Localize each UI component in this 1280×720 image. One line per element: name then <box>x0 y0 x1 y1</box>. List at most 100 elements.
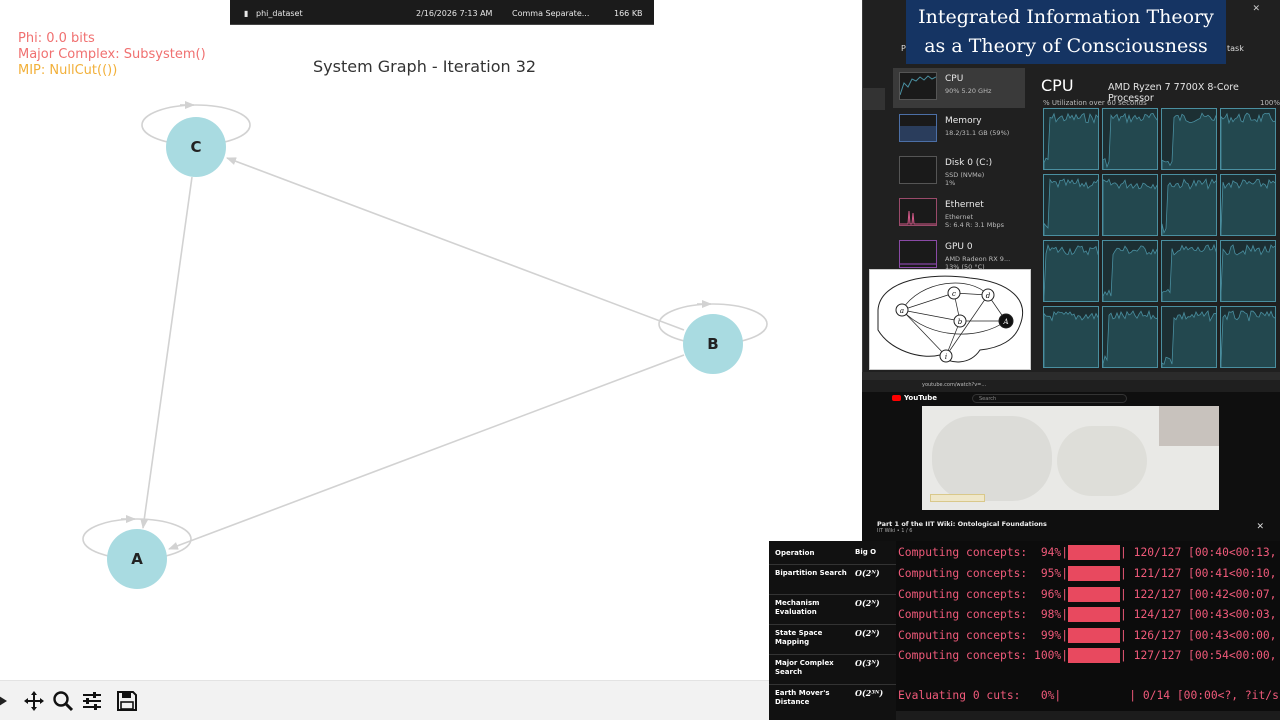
gpu-thumbnail <box>899 240 937 268</box>
youtube-video-player[interactable] <box>922 406 1219 510</box>
progress-line: Computing concepts: 99%| | 126/127 [00:43… <box>898 627 1277 643</box>
node-c-label: C <box>190 138 201 156</box>
cpu-core-graph <box>1043 306 1099 368</box>
youtube-search-input[interactable]: Search <box>972 394 1127 403</box>
plot-toolbar <box>0 680 862 720</box>
table-row: Major Complex Search O(3ᴺ) <box>769 655 896 685</box>
cpu-core-graph <box>1102 240 1158 302</box>
cpu-usage-area <box>1221 178 1275 235</box>
sidebar-item-sub: Ethernet S: 6.4 R: 3.1 Mbps <box>945 213 1005 229</box>
browser-tabs[interactable] <box>862 372 1280 380</box>
header-operation: Operation <box>775 549 815 557</box>
cpu-core-graph <box>1102 306 1158 368</box>
cpu-usage-area <box>1044 310 1098 367</box>
sidebar-item-memory[interactable]: Memory 18.2/31.1 GB (59%) <box>893 110 1025 150</box>
sidebar-item-disk[interactable]: Disk 0 (C:) SSD (NVMe) 1% <box>893 152 1025 192</box>
table-row: Bipartition Search O(2ᴺ) <box>769 565 896 595</box>
utilization-label: % Utilization over 60 seconds <box>1043 99 1147 107</box>
cpu-core-graph <box>1220 174 1276 236</box>
row-operation: State Space Mapping <box>775 629 823 646</box>
ethernet-thumbnail <box>899 198 937 226</box>
brain-label-d: d <box>986 292 991 300</box>
cpu-usage-area <box>1103 309 1157 367</box>
terminal-scrollbar[interactable] <box>896 711 1280 720</box>
sidebar-item-cpu[interactable]: CPU 90% 5.20 GHz <box>893 68 1025 108</box>
sidebar-item-label: GPU 0 <box>945 242 973 252</box>
cpu-core-graph <box>1102 174 1158 236</box>
cpu-core-graph <box>1102 108 1158 170</box>
sidebar-item-label: Ethernet <box>945 200 984 210</box>
address-bar[interactable]: youtube.com/watch?v=... <box>862 380 1280 392</box>
brain-label-i: i <box>945 353 947 361</box>
cpu-core-graph <box>1161 108 1217 170</box>
cpu-usage-area <box>1162 310 1216 367</box>
progress-bar <box>1068 647 1121 663</box>
cpu-usage-area <box>1162 112 1216 169</box>
configure-icon[interactable] <box>80 689 104 713</box>
row-operation: Mechanism Evaluation <box>775 599 820 616</box>
close-icon[interactable]: ✕ <box>1256 522 1264 532</box>
node-b-label: B <box>707 335 718 353</box>
sidebar-item-ethernet[interactable]: Ethernet Ethernet S: 6.4 R: 3.1 Mbps <box>893 194 1025 234</box>
terminal-output[interactable]: Computing concepts: 94%| | 120/127 [00:40… <box>896 541 1280 720</box>
plot-title: System Graph - Iteration 32 <box>313 57 537 76</box>
system-graph: C B A <box>82 101 768 589</box>
cpu-usage-area <box>1103 178 1157 235</box>
sidebar-item-label: Memory <box>945 116 982 126</box>
row-complexity: O(3ᴺ) <box>855 658 880 668</box>
phi-value: Phi: 0.0 bits <box>18 31 95 46</box>
cpu-usage-area <box>1162 178 1216 235</box>
brain-label-c: c <box>952 290 956 298</box>
row-complexity: O(2³ᴺ) <box>855 688 884 698</box>
row-operation: Earth Mover's Distance <box>775 689 830 706</box>
sidebar-item-sub: 90% 5.20 GHz <box>945 87 992 95</box>
pan-icon[interactable] <box>22 689 46 713</box>
major-complex-value: Major Complex: Subsystem() <box>18 47 206 62</box>
iit-title-line2: as a Theory of Consciousness <box>924 35 1208 57</box>
progress-line: Computing concepts: 94%| | 120/127 [00:40… <box>898 544 1277 560</box>
cpu-usage-area <box>1221 310 1275 367</box>
progress-bar <box>1068 627 1121 643</box>
iit-title-banner: Integrated Information Theory as a Theor… <box>906 0 1226 64</box>
nav-rail-icon[interactable] <box>863 88 885 110</box>
cpu-core-graph <box>1043 240 1099 302</box>
cpu-usage-area <box>1044 112 1098 169</box>
sidebar-item-label: CPU <box>945 74 964 84</box>
node-a-label: A <box>131 550 143 568</box>
cpu-core-graph <box>1043 174 1099 236</box>
sidebar-item-sub: SSD (NVMe) 1% <box>945 171 985 187</box>
cpu-core-graph <box>1220 108 1276 170</box>
disk-thumbnail <box>899 156 937 184</box>
file-type: Comma Separate... <box>512 9 590 18</box>
forward-arrow-icon[interactable] <box>0 689 16 713</box>
tab-run-task[interactable]: task <box>1227 44 1244 53</box>
cpu-core-graph <box>1161 306 1217 368</box>
progress-bar <box>1068 544 1121 560</box>
file-explorer-row[interactable]: ▮ phi_dataset 2/16/2026 7:13 AM Comma Se… <box>230 0 654 25</box>
zoom-icon[interactable] <box>51 689 75 713</box>
cpu-usage-area <box>1103 245 1157 301</box>
phi-annotations: Phi: 0.0 bits Major Complex: Subsystem()… <box>18 31 206 79</box>
sidebar-item-label: Disk 0 (C:) <box>945 158 993 168</box>
cpu-usage-area <box>1221 244 1275 301</box>
save-icon[interactable] <box>115 689 139 713</box>
sidebar-item-sub: 18.2/31.1 GB (59%) <box>945 129 1010 137</box>
progress-bar <box>1068 586 1121 602</box>
file-date: 2/16/2026 7:13 AM <box>416 9 493 18</box>
cpu-heading: CPU <box>1041 76 1074 95</box>
mip-value: MIP: NullCut(()) <box>18 63 118 78</box>
table-row: Mechanism Evaluation O(2ᴺ) <box>769 595 896 625</box>
iit-title-line1: Integrated Information Theory <box>918 6 1214 28</box>
progress-line: Computing concepts: 96%| | 122/127 [00:42… <box>898 586 1277 602</box>
progress-line: Computing concepts: 100%| | 127/127 [00:5… <box>898 647 1277 663</box>
brain-label-a: a <box>900 307 904 315</box>
table-row: State Space Mapping O(2ᴺ) <box>769 625 896 655</box>
cpu-usage-area <box>1044 243 1098 301</box>
file-icon: ▮ <box>244 9 249 18</box>
progress-line: Computing concepts: 95%| | 121/127 [00:41… <box>898 565 1277 581</box>
youtube-logo[interactable]: YouTube <box>892 394 937 402</box>
youtube-window: youtube.com/watch?v=... YouTube Search P… <box>862 372 1280 542</box>
progress-bar <box>1068 565 1121 581</box>
cpu-usage-area <box>1103 112 1157 169</box>
brain-label-big-a: A <box>1002 318 1008 326</box>
